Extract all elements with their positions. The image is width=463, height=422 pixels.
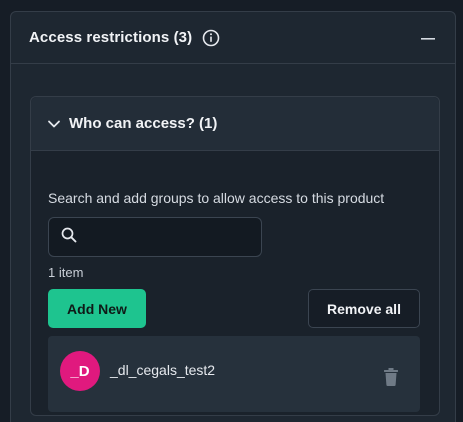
avatar: _D [60, 351, 100, 391]
section-title: Who can access? (1) [69, 115, 218, 132]
search-icon [61, 227, 77, 248]
remove-all-button[interactable]: Remove all [308, 289, 420, 328]
item-count: 1 item [48, 265, 84, 280]
who-can-access-section: Who can access? (1) Search and add group… [30, 96, 440, 416]
add-new-button[interactable]: Add New [48, 289, 146, 328]
list-item: _D _dl_cegals_test2 [48, 336, 420, 412]
search-input[interactable] [85, 229, 255, 245]
trash-icon[interactable] [384, 368, 398, 386]
help-text: Search and add groups to allow access to… [48, 190, 385, 206]
minus-icon[interactable] [419, 30, 437, 48]
info-icon[interactable] [202, 29, 220, 47]
group-name: _dl_cegals_test2 [110, 362, 216, 378]
panel-title: Access restrictions (3) [29, 29, 193, 46]
section-header[interactable]: Who can access? (1) [31, 97, 439, 151]
search-field[interactable] [48, 217, 262, 257]
access-restrictions-panel: Access restrictions (3) Who can access? … [10, 11, 456, 422]
panel-header: Access restrictions (3) [11, 12, 455, 64]
chevron-down-icon[interactable] [47, 117, 61, 131]
